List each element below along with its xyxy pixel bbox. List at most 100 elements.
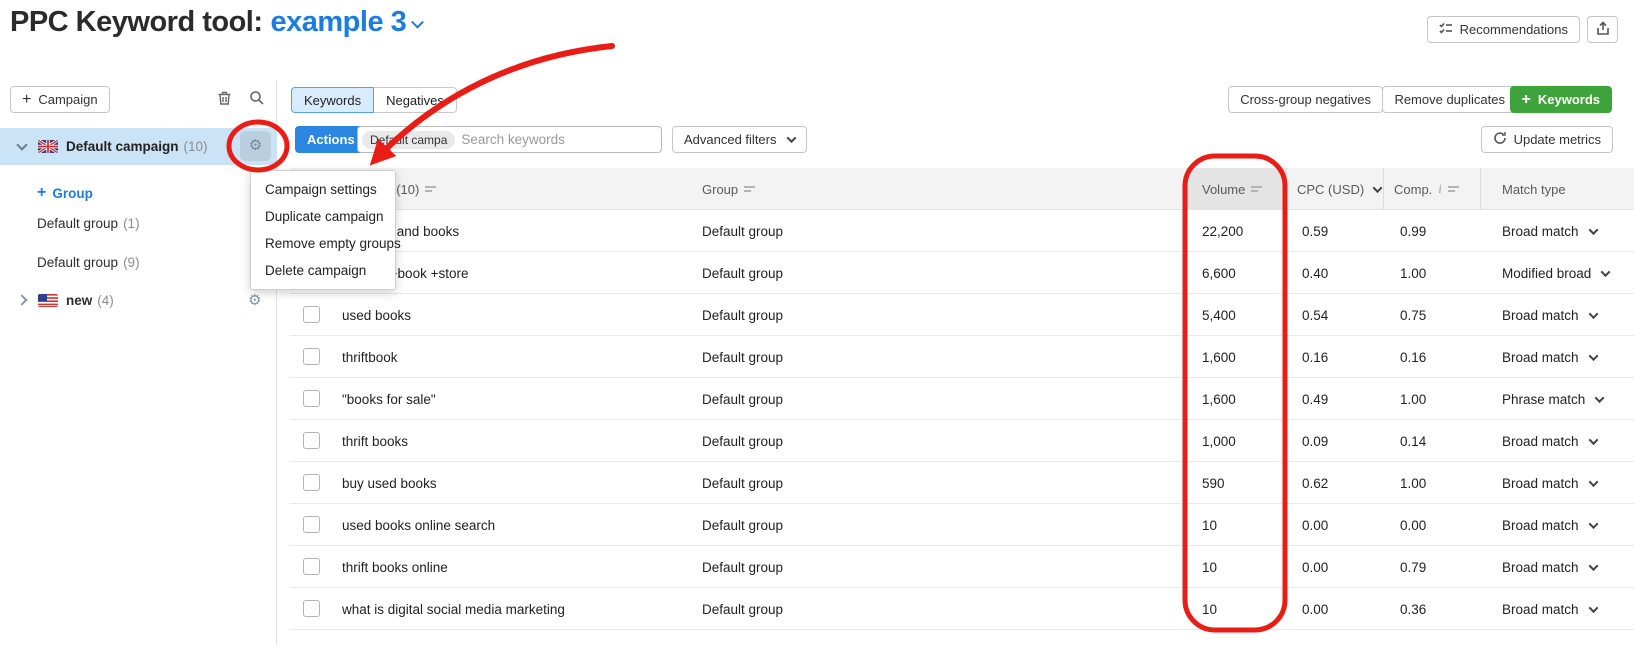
update-metrics-button[interactable]: Update metrics bbox=[1480, 126, 1613, 153]
cpc-cell: 0.00 bbox=[1302, 559, 1329, 575]
table-row: buy used books Default group 590 0.62 1.… bbox=[290, 462, 1634, 504]
group-count: (9) bbox=[123, 254, 140, 270]
sort-icon[interactable] bbox=[1251, 184, 1263, 194]
row-checkbox[interactable] bbox=[303, 390, 320, 407]
group-cell: Default group bbox=[702, 349, 784, 365]
menu-item-duplicate-campaign[interactable]: Duplicate campaign bbox=[251, 203, 395, 230]
row-checkbox[interactable] bbox=[303, 348, 320, 365]
volume-cell: 10 bbox=[1202, 601, 1218, 617]
comp-cell: 0.16 bbox=[1400, 349, 1427, 365]
match-type-dropdown[interactable]: Broad match bbox=[1502, 420, 1598, 462]
sidebar-item-default-group-1[interactable]: Default group (1) bbox=[0, 208, 277, 238]
match-type-dropdown[interactable]: Modified broad bbox=[1502, 252, 1611, 294]
row-checkbox[interactable] bbox=[303, 432, 320, 449]
volume-header-label: Volume bbox=[1202, 181, 1246, 197]
column-header-match-type: Match type bbox=[1502, 168, 1566, 210]
chevron-down-icon bbox=[1588, 308, 1598, 319]
column-header-cpc[interactable]: CPC (USD) bbox=[1297, 168, 1383, 210]
match-type-label: Phrase match bbox=[1502, 391, 1586, 407]
group-name: Default group bbox=[37, 215, 119, 231]
recommendations-icon bbox=[1439, 22, 1453, 37]
chevron-down-icon bbox=[1588, 560, 1598, 571]
cpc-cell: 0.62 bbox=[1302, 475, 1329, 491]
row-checkbox[interactable] bbox=[303, 474, 320, 491]
match-type-dropdown[interactable]: Broad match bbox=[1502, 588, 1598, 630]
group-cell: Default group bbox=[702, 433, 784, 449]
table-row: thrift books Default group 1,000 0.09 0.… bbox=[290, 420, 1634, 462]
chevron-down-icon bbox=[1588, 434, 1598, 445]
row-checkbox[interactable] bbox=[303, 516, 320, 533]
campaign-name: Default campaign bbox=[66, 139, 179, 154]
row-checkbox[interactable] bbox=[303, 600, 320, 617]
table-row: thriftbook Default group 1,600 0.16 0.16… bbox=[290, 336, 1634, 378]
collapse-chevron-icon[interactable] bbox=[16, 138, 28, 151]
sort-icon[interactable] bbox=[744, 184, 756, 194]
keyword-cell: "books for sale" bbox=[342, 391, 436, 407]
menu-item-campaign-settings[interactable]: Campaign settings bbox=[251, 176, 395, 203]
match-type-dropdown[interactable]: Broad match bbox=[1502, 294, 1598, 336]
chevron-down-icon bbox=[1588, 518, 1598, 529]
keyword-cell: what is digital social media marketing bbox=[342, 601, 565, 617]
keyword-cell: thriftbook bbox=[342, 349, 398, 365]
menu-item-remove-empty-groups[interactable]: Remove empty groups bbox=[251, 230, 401, 257]
column-header-group[interactable]: Group bbox=[702, 168, 756, 210]
comp-cell: 0.14 bbox=[1400, 433, 1427, 449]
advanced-filters-button[interactable]: Advanced filters bbox=[672, 126, 807, 153]
volume-cell: 1,600 bbox=[1202, 391, 1236, 407]
campaign-gear-context-menu: Campaign settings Duplicate campaign Rem… bbox=[250, 170, 401, 290]
add-keywords-label: Keywords bbox=[1537, 92, 1600, 107]
comp-header-label: Comp. bbox=[1394, 181, 1433, 197]
chevron-down-icon bbox=[1600, 266, 1611, 277]
trash-icon[interactable] bbox=[217, 90, 232, 109]
match-type-dropdown[interactable]: Broad match bbox=[1502, 504, 1598, 546]
volume-cell: 5,400 bbox=[1202, 307, 1236, 323]
campaign-count: (10) bbox=[183, 139, 208, 154]
row-checkbox[interactable] bbox=[303, 306, 320, 323]
cross-group-negatives-button[interactable]: Cross-group negatives bbox=[1228, 86, 1383, 113]
tab-keywords[interactable]: Keywords bbox=[291, 87, 375, 113]
chevron-down-icon[interactable] bbox=[411, 15, 425, 29]
chevron-down-icon[interactable] bbox=[1372, 182, 1383, 193]
remove-duplicates-label: Remove duplicates bbox=[1394, 92, 1505, 107]
match-type-dropdown[interactable]: Broad match bbox=[1502, 546, 1598, 588]
volume-cell: 10 bbox=[1202, 559, 1218, 575]
menu-item-delete-campaign[interactable]: Delete campaign bbox=[251, 257, 395, 284]
sort-icon[interactable] bbox=[425, 184, 437, 194]
match-type-label: Broad match bbox=[1502, 349, 1579, 365]
campaign-filter-chip[interactable]: Default campa bbox=[362, 130, 456, 149]
campaign-sidebar: + Campaign Default campaign (10) ⚙ + Gro… bbox=[0, 80, 277, 645]
match-type-dropdown[interactable]: Broad match bbox=[1502, 210, 1598, 252]
match-type-label: Broad match bbox=[1502, 307, 1579, 323]
match-type-dropdown[interactable]: Broad match bbox=[1502, 336, 1598, 378]
actions-label: Actions bbox=[307, 132, 355, 147]
remove-duplicates-button[interactable]: Remove duplicates bbox=[1382, 86, 1517, 113]
row-checkbox[interactable] bbox=[303, 558, 320, 575]
sidebar-item-default-campaign[interactable]: Default campaign (10) ⚙ bbox=[0, 128, 277, 165]
recommendations-button[interactable]: Recommendations bbox=[1426, 16, 1580, 43]
expand-chevron-icon[interactable] bbox=[16, 294, 28, 306]
cpc-cell: 0.16 bbox=[1302, 349, 1329, 365]
column-header-volume[interactable]: Volume bbox=[1202, 168, 1263, 210]
actions-button[interactable]: Actions bbox=[295, 126, 367, 153]
match-type-dropdown[interactable]: Phrase match bbox=[1502, 378, 1605, 420]
search-icon[interactable] bbox=[249, 90, 265, 109]
table-row: thrift books online Default group 10 0.0… bbox=[290, 546, 1634, 588]
export-button[interactable] bbox=[1587, 16, 1618, 43]
add-campaign-button[interactable]: + Campaign bbox=[10, 86, 110, 113]
project-name-dropdown[interactable]: example 3 bbox=[271, 6, 407, 38]
group-cell: Default group bbox=[702, 559, 784, 575]
chevron-down-icon bbox=[1588, 224, 1598, 235]
add-keywords-button[interactable]: + Keywords bbox=[1509, 86, 1612, 113]
match-type-dropdown[interactable]: Broad match bbox=[1502, 462, 1598, 504]
campaign-gear-icon[interactable]: ⚙ bbox=[240, 131, 271, 161]
table-row: used books Default group 5,400 0.54 0.75… bbox=[290, 294, 1634, 336]
new-campaign-gear-icon[interactable]: ⚙ bbox=[248, 291, 261, 309]
advanced-filters-label: Advanced filters bbox=[684, 132, 777, 147]
sidebar-item-new-campaign[interactable]: new (4) ⚙ bbox=[0, 285, 277, 315]
tab-negatives[interactable]: Negatives bbox=[374, 87, 457, 113]
column-header-comp[interactable]: Comp. i bbox=[1394, 168, 1459, 210]
sort-icon[interactable] bbox=[1447, 184, 1459, 194]
keyword-cell: used books online search bbox=[342, 517, 496, 533]
search-keywords-input[interactable] bbox=[461, 132, 661, 147]
sidebar-item-default-group-9[interactable]: Default group (9) bbox=[0, 247, 277, 277]
